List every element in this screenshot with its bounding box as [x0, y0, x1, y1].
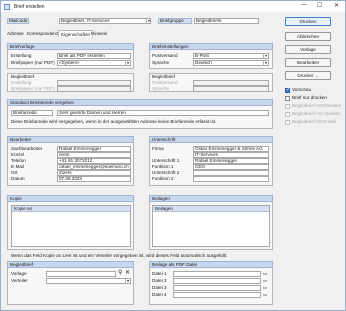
- folder-icon[interactable]: ▭: [263, 285, 267, 291]
- begleitbrief-sprache-field[interactable]: [193, 86, 269, 92]
- verteiler-label: Verteiler: [11, 278, 28, 283]
- cover-letter-checkbox[interactable]: [285, 104, 290, 109]
- kopie-note: Wenn das Feld Kopie an Leer ist und ein …: [11, 253, 228, 258]
- pdf-row-field[interactable]: [173, 278, 261, 284]
- begleitbrief-bottom-title: Begleitbrief: [7, 261, 134, 268]
- template-button[interactable]: Vorlage: [285, 45, 331, 54]
- bearbeiter-value[interactable]: 07.06.2023: [57, 176, 131, 182]
- begleitbrief-papier-label: Briefpapier (nur PDF): [11, 86, 55, 91]
- letter-only-label: Brief nur drucken: [292, 95, 327, 100]
- kopie-list[interactable]: Kopie an: [11, 205, 131, 247]
- unterschrift-title: Unterschrift: [149, 136, 273, 143]
- briefgruppe-label: Briefgruppe: [158, 18, 192, 24]
- anrede-note: Diese Briefanrede wird vergegeben, wenn …: [11, 119, 217, 124]
- unterschrift-value[interactable]: [193, 176, 269, 182]
- tab-korrespondenz[interactable]: Korrespondenz: [27, 30, 58, 37]
- bearbeiter-label: Datum: [11, 176, 25, 181]
- verteiler-field[interactable]: [46, 278, 131, 284]
- title-bar: Brief erstellen — ☐ ✕: [1, 1, 345, 12]
- chevron-down-icon[interactable]: ▾: [125, 278, 130, 284]
- erstellung-field[interactable]: Brief als PDF erstellen: [57, 53, 131, 59]
- erstellung-label: Erstellung: [11, 53, 32, 58]
- beilagen-title: Beilagen: [149, 195, 273, 202]
- begleitbrief-mail-checkbox[interactable]: [285, 120, 290, 125]
- pdf-row-label: Datei 2: [152, 278, 167, 283]
- bearbeiter-title: Bearbeiter: [7, 136, 134, 143]
- briefanrede-field[interactable]: Sehr geehrte Damen und Herren: [57, 110, 269, 116]
- cancel-button[interactable]: Abbrechen: [285, 32, 331, 41]
- unterschrift-label: Funktion 2: [152, 176, 174, 181]
- kopie-header: Kopie an: [12, 206, 130, 212]
- pdf-row-label: Datei 3: [152, 285, 167, 290]
- preview-checkbox[interactable]: ✓: [285, 88, 290, 93]
- close-icon[interactable]: ✕: [334, 2, 339, 9]
- pdf-row-label: Datei 1: [152, 271, 167, 276]
- clear-icon[interactable]: ✕: [125, 270, 130, 276]
- unterschrift-label: Firma: [152, 146, 164, 151]
- anrede-title: Standard Briefanrede vergeben: [7, 99, 273, 106]
- pdf-row-field[interactable]: [173, 271, 261, 277]
- begleitbrief-mail-label: Begleitbrief als E-Mail: [292, 119, 337, 124]
- minimize-icon[interactable]: —: [301, 2, 307, 8]
- folder-icon[interactable]: ▭: [263, 278, 267, 284]
- chevron-down-icon[interactable]: ▾: [263, 60, 268, 66]
- briefgruppe-field[interactable]: Begleitbriefe: [194, 18, 259, 24]
- begleitbrief-only-checkbox[interactable]: [285, 112, 290, 117]
- mailcode-label: Mailcode: [7, 18, 29, 24]
- begleitbrief-papier-field[interactable]: [57, 86, 131, 92]
- vorlage-field[interactable]: [46, 271, 116, 277]
- dialog-window: Brief erstellen — ☐ ✕ Mailcode Begleitbr…: [0, 0, 346, 311]
- edit-button[interactable]: Bearbeiten: [285, 58, 331, 67]
- preview-label: Vorschau: [292, 87, 312, 92]
- beilagen-header: Beilagen: [153, 206, 269, 212]
- print-button[interactable]: Drucken: [285, 17, 331, 26]
- beilagen-list[interactable]: Beilagen: [152, 205, 270, 247]
- folder-icon[interactable]: ▭: [263, 292, 267, 298]
- letter-only-checkbox[interactable]: [285, 96, 290, 101]
- pdf-title: Beilage als PDF Datei: [149, 261, 273, 268]
- briefanrede-label: Briefanrede: [11, 110, 53, 116]
- begleitbrief-sprache-label: Sprache: [152, 86, 170, 91]
- search-icon[interactable]: ⚲: [118, 270, 122, 276]
- app-icon: [4, 3, 10, 10]
- briefvorlage-title: Briefvorlage: [7, 43, 134, 50]
- folder-icon[interactable]: ▭: [263, 271, 267, 277]
- vorlage-label: Vorlage: [11, 271, 27, 276]
- papier-label: Briefpapier (nur PDF): [11, 60, 55, 65]
- tab-eigenschaften[interactable]: Eigenschaften: [58, 30, 94, 37]
- begleitbrief-only-label: Begleitbrief nur drucken: [292, 111, 341, 116]
- cover-letter-label: Begleitbrief beschreiben: [292, 103, 342, 108]
- window-title: Brief erstellen: [14, 3, 45, 10]
- chevron-down-icon[interactable]: ▾: [263, 53, 268, 59]
- pdf-row-label: Datei 4: [152, 292, 167, 297]
- sprache-label: Sprache: [152, 60, 170, 65]
- tab-hinweis[interactable]: Hinweis: [91, 30, 107, 37]
- chevron-down-icon[interactable]: ▾: [125, 60, 130, 66]
- sprache-field[interactable]: Deutsch: [193, 60, 269, 66]
- printer-button[interactable]: Drucker ...: [285, 71, 331, 80]
- tab-adresse[interactable]: Adresse: [7, 30, 24, 37]
- chevron-down-icon[interactable]: ▾: [146, 18, 151, 24]
- maximize-icon[interactable]: ☐: [317, 2, 322, 9]
- papier-field[interactable]: <System>: [57, 60, 131, 66]
- mailcode-field[interactable]: Begleitbrief, IT-Services: [59, 18, 151, 24]
- kopie-title: Kopie: [7, 195, 134, 202]
- postversand-field[interactable]: B-Post: [193, 53, 269, 59]
- pdf-row-field[interactable]: [173, 285, 261, 291]
- pdf-row-field[interactable]: [173, 292, 261, 298]
- postversand-label: Postversand: [152, 53, 178, 58]
- briefeinstellungen-title: Briefeinstellungen: [149, 43, 273, 50]
